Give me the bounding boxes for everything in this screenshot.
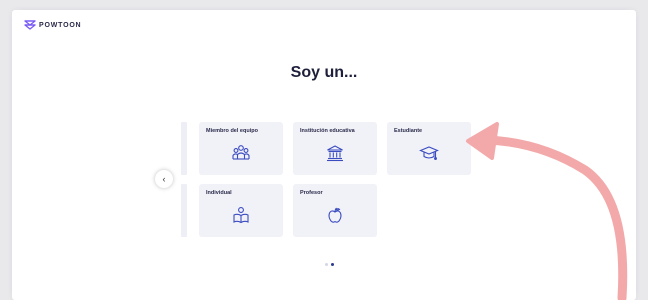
- option-label: Profesor: [300, 190, 323, 196]
- previous-tile-edge: [181, 184, 187, 237]
- pagination-dot-active[interactable]: [331, 263, 334, 266]
- option-individual[interactable]: Individual: [199, 184, 283, 237]
- option-teacher[interactable]: Profesor: [293, 184, 377, 237]
- brand-name: POWTOON: [39, 21, 82, 29]
- onboarding-panel: POWTOON Soy un... Miembro del equipo Ins…: [12, 10, 636, 300]
- previous-tile-edge: [181, 122, 187, 175]
- option-team-member[interactable]: Miembro del equipo: [199, 122, 283, 175]
- option-label: Individual: [206, 190, 232, 196]
- graduation-cap-icon: [419, 146, 439, 160]
- carousel-prev-button[interactable]: ‹: [155, 170, 173, 188]
- pagination-dot[interactable]: [325, 263, 328, 266]
- institution-icon: [327, 145, 343, 162]
- powtoon-logo: POWTOON: [24, 20, 81, 30]
- option-label: Miembro del equipo: [206, 128, 258, 134]
- option-label: Estudiante: [394, 128, 423, 134]
- option-educational-institution[interactable]: Institución educativa: [293, 122, 377, 175]
- pagination-dots: [325, 263, 334, 266]
- team-icon: [232, 145, 250, 160]
- page-title: Soy un...: [290, 64, 358, 81]
- option-label: Institución educativa: [300, 128, 355, 134]
- option-student[interactable]: Estudiante: [387, 122, 471, 175]
- powtoon-logo-icon: [24, 20, 36, 30]
- person-reading-icon: [233, 207, 249, 224]
- apple-icon: [328, 207, 342, 223]
- chevron-left-icon: ‹: [162, 174, 166, 184]
